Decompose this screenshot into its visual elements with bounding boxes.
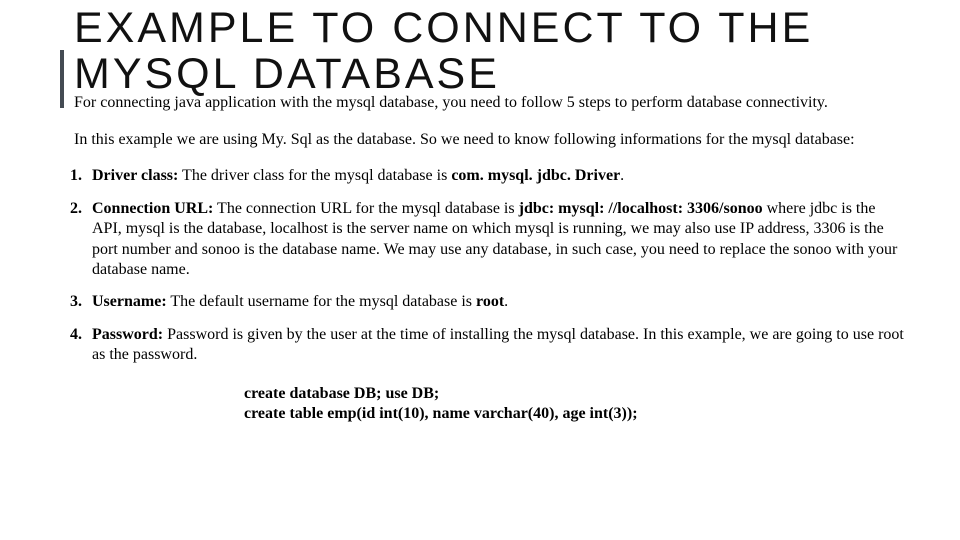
- item-bold: com. mysql. jdbc. Driver: [451, 167, 620, 184]
- item-text: Password is given by the user at the tim…: [92, 326, 904, 363]
- steps-list: 1. Driver class: The driver class for th…: [74, 166, 904, 366]
- item-text: The default username for the mysql datab…: [167, 293, 476, 310]
- item-number: 2.: [70, 199, 82, 219]
- item-label: Password:: [92, 326, 163, 343]
- item-text: .: [620, 167, 624, 184]
- list-item: 3. Username: The default username for th…: [74, 292, 904, 312]
- item-text: .: [504, 293, 508, 310]
- item-number: 3.: [70, 292, 82, 312]
- slide-title: EXAMPLE TO CONNECT TO THE MYSQL DATABASE: [60, 6, 904, 97]
- list-item: 2. Connection URL: The connection URL fo…: [74, 199, 904, 281]
- title-wrap: EXAMPLE TO CONNECT TO THE MYSQL DATABASE: [60, 0, 904, 97]
- item-bold: root: [476, 293, 504, 310]
- item-text: The driver class for the mysql database …: [178, 167, 451, 184]
- item-label: Driver class:: [92, 167, 178, 184]
- item-text: The connection URL for the mysql databas…: [213, 200, 518, 217]
- item-bold: jdbc: mysql: //localhost: 3306/sonoo: [519, 200, 763, 217]
- title-accent-bar: [60, 50, 64, 108]
- list-item: 1. Driver class: The driver class for th…: [74, 166, 904, 186]
- item-label: Username:: [92, 293, 167, 310]
- item-number: 1.: [70, 166, 82, 186]
- slide-body: For connecting java application with the…: [70, 93, 904, 424]
- item-label: Connection URL:: [92, 200, 213, 217]
- sql-code-block: create database DB; use DB; create table…: [244, 384, 904, 424]
- item-number: 4.: [70, 325, 82, 345]
- slide: EXAMPLE TO CONNECT TO THE MYSQL DATABASE…: [0, 0, 960, 540]
- list-item: 4. Password: Password is given by the us…: [74, 325, 904, 366]
- intro-paragraph-2: In this example we are using My. Sql as …: [74, 130, 904, 150]
